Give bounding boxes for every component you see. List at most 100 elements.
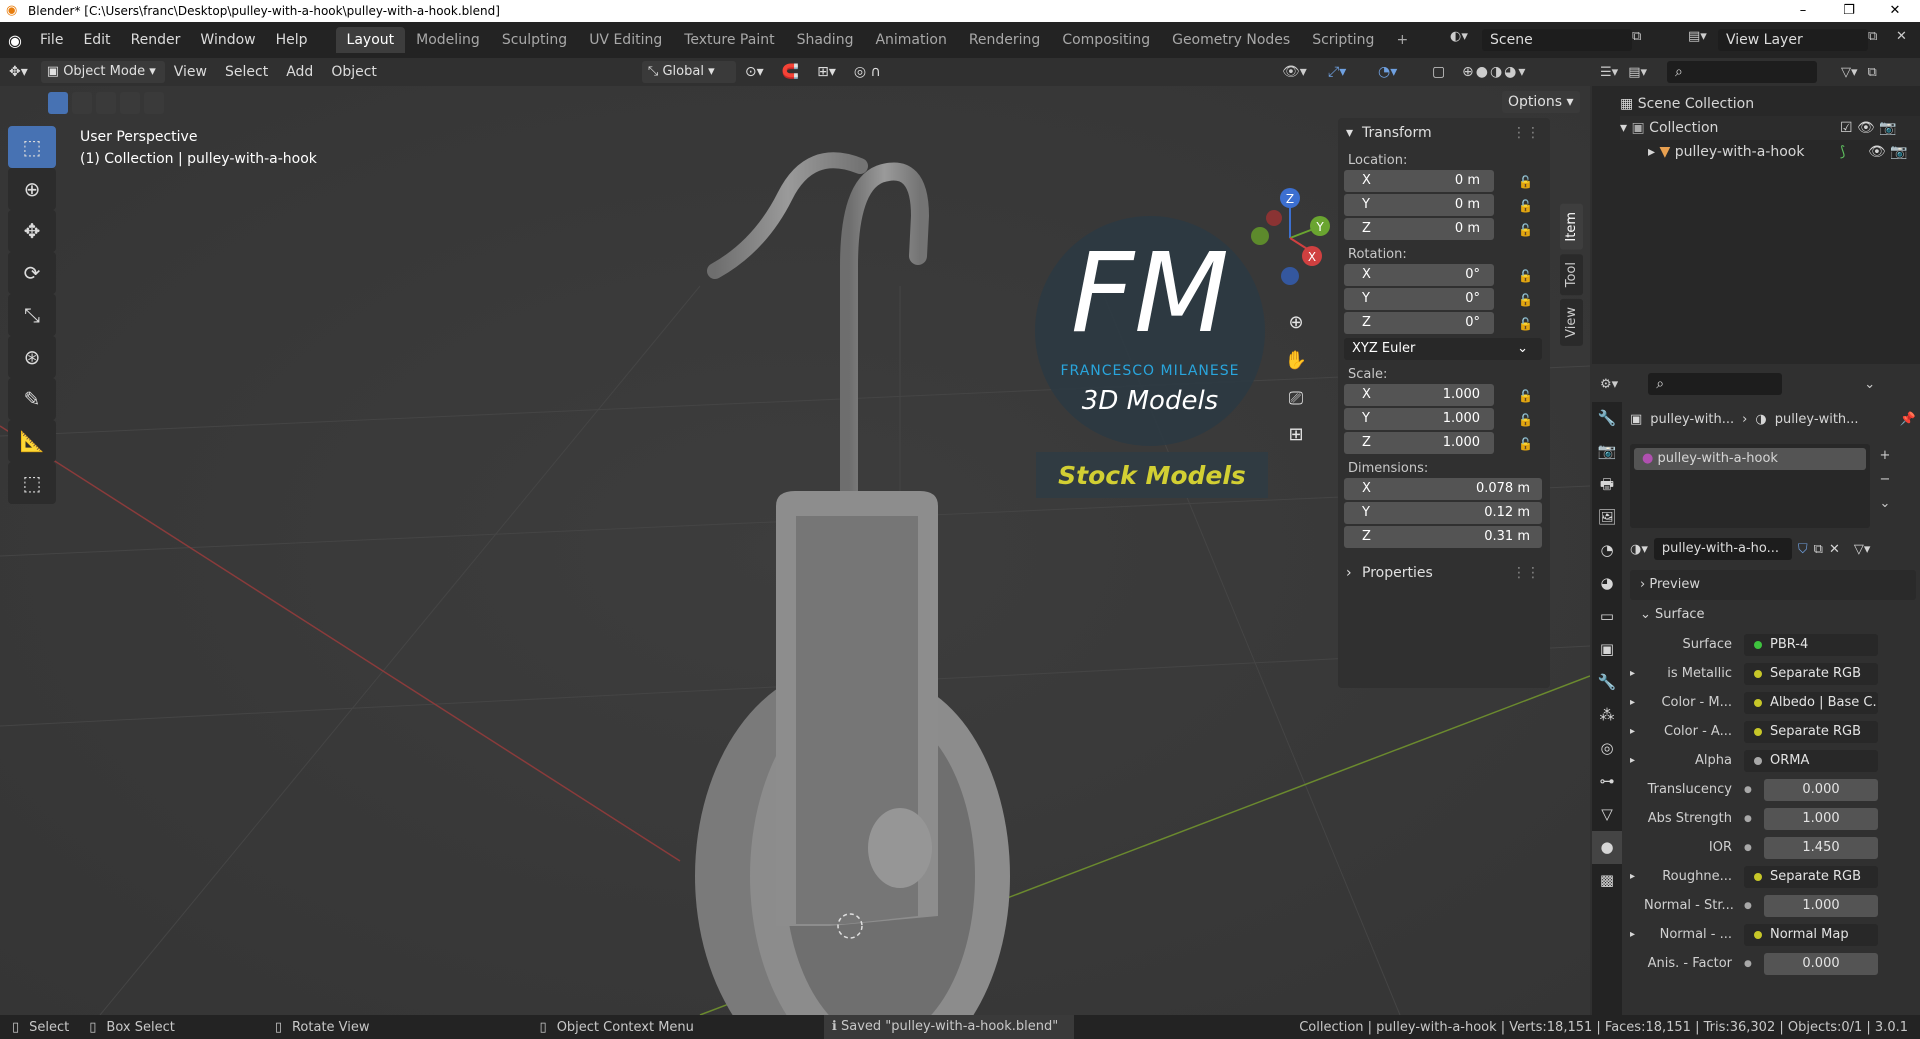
- surface-row-value[interactable]: PBR-4: [1744, 633, 1878, 656]
- particles-tab-icon[interactable]: ⁂: [1592, 699, 1622, 732]
- transform-header[interactable]: ▾ Transform ⋮⋮: [1338, 118, 1550, 148]
- select-box-tool-icon[interactable]: ⬚: [8, 126, 56, 168]
- rotate-tool-icon[interactable]: ⟳: [8, 252, 56, 294]
- menu-add[interactable]: Add: [277, 64, 322, 80]
- scene-field[interactable]: Scene: [1482, 29, 1632, 51]
- orientation-dropdown[interactable]: ⤡ Global ▾: [641, 61, 736, 83]
- gizmo-toggle-icon[interactable]: ⤢▾: [1328, 64, 1346, 80]
- view-layer-field[interactable]: View Layer: [1718, 29, 1868, 51]
- xray-icon[interactable]: ▢: [1432, 64, 1445, 80]
- lock-icon[interactable]: 🔓: [1518, 293, 1533, 307]
- menu-file[interactable]: File: [30, 29, 73, 51]
- blender-menu-icon[interactable]: ◉: [0, 31, 30, 50]
- move-tool-icon[interactable]: ✥: [8, 210, 56, 252]
- select-new-icon[interactable]: [48, 92, 68, 114]
- save-report[interactable]: ℹ Saved "pulley-with-a-hook.blend": [823, 1015, 1075, 1039]
- surface-panel-header[interactable]: ⌄ Surface: [1630, 600, 1916, 630]
- tab-sculpting[interactable]: Sculpting: [491, 27, 578, 53]
- exclude-checkbox-icon[interactable]: ☑ 👁 📷: [1840, 116, 1897, 140]
- tab-modeling[interactable]: Modeling: [405, 27, 491, 53]
- expand-arrow-icon[interactable]: ▸: [1630, 871, 1644, 882]
- menu-view[interactable]: View: [165, 64, 216, 80]
- view-layer-tab-icon[interactable]: 🖼: [1592, 501, 1622, 534]
- tab-texture-paint[interactable]: Texture Paint: [673, 27, 785, 53]
- rotation-x-field[interactable]: X 0°: [1344, 264, 1494, 286]
- surface-row-value[interactable]: Separate RGB: [1744, 720, 1878, 743]
- surface-row-value[interactable]: Separate RGB: [1744, 662, 1878, 685]
- menu-render[interactable]: Render: [121, 29, 191, 51]
- lock-icon[interactable]: 🔓: [1518, 413, 1533, 427]
- new-view-layer-icon[interactable]: ⧉: [1868, 29, 1877, 44]
- scene-icon[interactable]: ◐▾: [1450, 29, 1468, 44]
- editor-type-icon[interactable]: ✥▾: [0, 64, 37, 80]
- rotation-z-field[interactable]: Z 0°: [1344, 312, 1494, 334]
- tab-rendering[interactable]: Rendering: [958, 27, 1052, 53]
- lock-icon[interactable]: 🔓: [1518, 437, 1533, 451]
- tab-tool[interactable]: Tool: [1560, 253, 1583, 295]
- dimension-x-field[interactable]: X 0.078 m: [1344, 478, 1542, 500]
- material-filter-icon[interactable]: ▽▾: [1854, 542, 1871, 557]
- object-row[interactable]: ▸ ▼ pulley-with-a-hook ⟆ 👁 📷: [1620, 140, 1920, 164]
- snap-icon[interactable]: 🧲: [773, 64, 808, 80]
- visibility-icon[interactable]: 👁 📷: [1868, 140, 1908, 164]
- texture-tab-icon[interactable]: ▩: [1592, 864, 1622, 897]
- duplicate-material-icon[interactable]: ⧉: [1814, 542, 1823, 557]
- add-workspace-icon[interactable]: +: [1385, 27, 1419, 53]
- new-collection-icon[interactable]: ⧉: [1868, 65, 1877, 80]
- expand-arrow-icon[interactable]: ▸: [1630, 929, 1644, 940]
- tool-tab-icon[interactable]: 🔧: [1592, 402, 1622, 435]
- lock-icon[interactable]: 🔓: [1518, 389, 1533, 403]
- properties-header[interactable]: › Properties ⋮⋮: [1338, 558, 1550, 588]
- scale-x-field[interactable]: X 1.000: [1344, 384, 1494, 406]
- expand-arrow-icon[interactable]: ▸: [1630, 697, 1644, 708]
- add-cube-tool-icon[interactable]: ⬚: [8, 462, 56, 504]
- surface-row-value[interactable]: 0.000: [1764, 952, 1878, 975]
- select-intersect-icon[interactable]: [144, 92, 164, 114]
- tab-scripting[interactable]: Scripting: [1301, 27, 1385, 53]
- scale-tool-icon[interactable]: ⤡: [8, 294, 56, 336]
- surface-row-value[interactable]: 1.000: [1764, 894, 1878, 917]
- surface-row-value[interactable]: 1.450: [1764, 836, 1878, 859]
- properties-options-icon[interactable]: ⌄: [1864, 377, 1875, 392]
- close-window-button[interactable]: ✕: [1872, 0, 1918, 22]
- select-invert-icon[interactable]: [120, 92, 140, 114]
- browse-material-icon[interactable]: ◑▾: [1630, 542, 1648, 557]
- select-subtract-icon[interactable]: [96, 92, 116, 114]
- outliner-search-input[interactable]: ⌕: [1667, 61, 1817, 83]
- physics-tab-icon[interactable]: ◎: [1592, 732, 1622, 765]
- overlay-toggle-icon[interactable]: ◔▾: [1378, 64, 1397, 80]
- material-name-field[interactable]: pulley-with-a-ho...: [1653, 538, 1792, 560]
- tab-view[interactable]: View: [1560, 298, 1583, 346]
- 3d-viewport[interactable]: FM FRANCESCO MILANESE 3D Models Stock Mo…: [0, 86, 1590, 1015]
- surface-row-value[interactable]: Separate RGB: [1744, 865, 1878, 888]
- menu-select[interactable]: Select: [216, 64, 277, 80]
- scene-collection-row[interactable]: ▦ Scene Collection: [1620, 92, 1920, 116]
- menu-object[interactable]: Object: [322, 64, 386, 80]
- mode-dropdown[interactable]: ▣ Object Mode ▾: [40, 61, 165, 83]
- menu-edit[interactable]: Edit: [73, 29, 120, 51]
- collection-row[interactable]: ▾ ▣ Collection ☑ 👁 📷: [1620, 116, 1920, 140]
- remove-view-layer-icon[interactable]: ✕: [1896, 29, 1907, 44]
- preview-panel-header[interactable]: › Preview: [1630, 570, 1916, 600]
- options-dropdown[interactable]: Options ▾: [1502, 91, 1580, 113]
- collection-tab-icon[interactable]: ▭: [1592, 600, 1622, 633]
- properties-search-input[interactable]: ⌕: [1648, 373, 1783, 395]
- lock-icon[interactable]: 🔓: [1518, 269, 1533, 283]
- minimize-button[interactable]: –: [1780, 0, 1826, 22]
- tab-item[interactable]: Item: [1560, 204, 1583, 250]
- modifier-tab-icon[interactable]: 🔧: [1592, 666, 1622, 699]
- scale-z-field[interactable]: Z 1.000: [1344, 432, 1494, 454]
- material-slots-list[interactable]: ● pulley-with-a-hook: [1630, 444, 1870, 528]
- rotation-mode-dropdown[interactable]: XYZ Euler ⌄: [1344, 338, 1542, 360]
- tab-geometry-nodes[interactable]: Geometry Nodes: [1161, 27, 1301, 53]
- object-tab-icon[interactable]: ▣: [1592, 633, 1622, 666]
- shading-mode-icons[interactable]: ⊕●◑◕▾: [1462, 64, 1527, 80]
- fake-user-icon[interactable]: ⛉: [1798, 542, 1808, 557]
- location-y-field[interactable]: Y0 m: [1344, 194, 1494, 216]
- tab-layout[interactable]: Layout: [335, 27, 406, 53]
- display-mode-icon[interactable]: ▤▾: [1628, 65, 1647, 80]
- surface-row-value[interactable]: 0.000: [1764, 778, 1878, 801]
- material-slot[interactable]: ● pulley-with-a-hook: [1634, 448, 1866, 470]
- dimension-z-field[interactable]: Z 0.31 m: [1344, 526, 1542, 548]
- location-z-field[interactable]: Z0 m: [1344, 218, 1494, 240]
